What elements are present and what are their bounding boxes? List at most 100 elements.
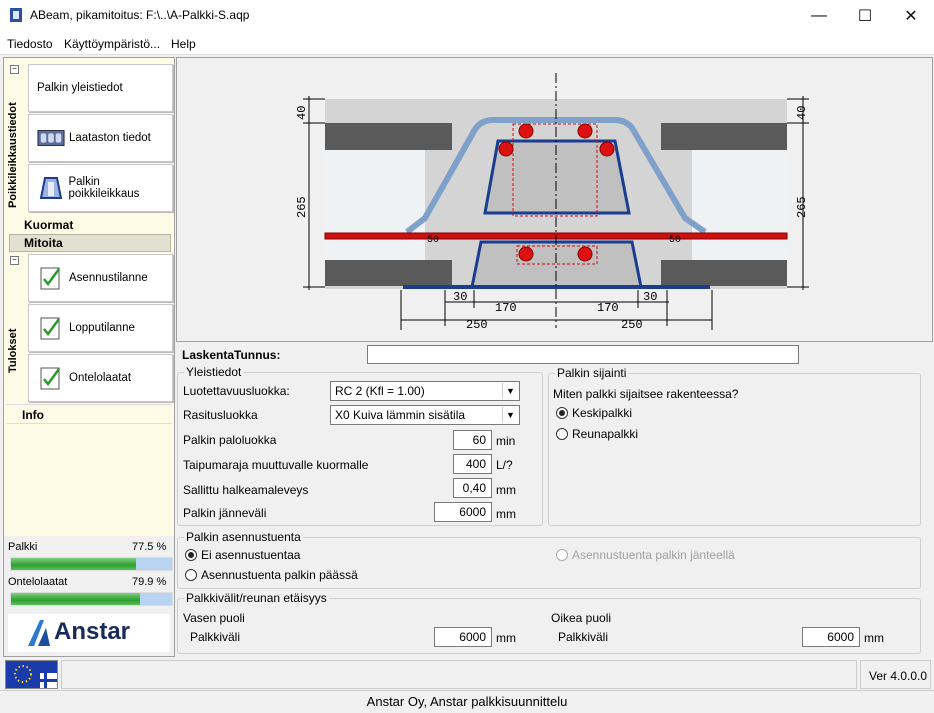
- nav-kuormat[interactable]: Kuormat: [24, 218, 73, 232]
- slab-icon: [37, 124, 65, 152]
- check-document-icon: [37, 314, 65, 342]
- anstar-logo-icon: [28, 620, 50, 646]
- usage-ontelolaatat-value: 79.9 %: [132, 576, 167, 588]
- collapse-tulokset-button[interactable]: −: [10, 256, 19, 265]
- nav-laataston-tiedot[interactable]: Laataston tiedot: [28, 114, 173, 162]
- group-title: Palkkivälit/reunan etäisyys: [184, 591, 329, 605]
- dim-170-right: 170: [597, 301, 619, 315]
- chevron-down-icon[interactable]: ▼: [502, 407, 518, 423]
- keskipalkki-label[interactable]: Keskipalkki: [572, 406, 632, 420]
- nav-palkin-yleistiedot[interactable]: Palkin yleistiedot: [28, 64, 173, 112]
- halkeama-unit: mm: [496, 483, 516, 497]
- version-panel: Ver 4.0.0.0: [860, 660, 931, 689]
- usage-panel: Palkki 77.5 % Ontelolaatat 79.9 % Anstar: [4, 536, 174, 656]
- sijainti-question: Miten palkki sijaitsee rakenteessa?: [553, 387, 739, 401]
- usage-ontelolaatat-bar: [10, 592, 173, 606]
- nav-label: Palkin poikkileikkaus: [68, 176, 140, 200]
- laskenta-tunnus-input[interactable]: [367, 345, 799, 364]
- nav-palkin-poikkileikkaus[interactable]: Palkin poikkileikkaus: [28, 164, 173, 212]
- anstar-logo-text: Anstar: [54, 618, 131, 645]
- group-title: Palkin sijainti: [555, 366, 629, 380]
- jannevali-label: Palkin jänneväli: [183, 506, 267, 520]
- vasen-puoli-label: Vasen puoli: [183, 611, 245, 625]
- group-title: Palkin asennustuenta: [184, 530, 303, 544]
- status-panel: [61, 660, 857, 689]
- dim-250-left: 250: [466, 318, 488, 332]
- nav-mitoita[interactable]: Mitoita: [9, 234, 171, 252]
- menu-help[interactable]: Help: [171, 37, 196, 51]
- reunapalkki-label[interactable]: Reunapalkki: [572, 427, 638, 441]
- nav-label: Palkin yleistiedot: [37, 82, 123, 94]
- palo-input[interactable]: 60: [453, 430, 492, 450]
- nav-label: Ontelolaatat: [69, 372, 132, 384]
- nav-info[interactable]: Info: [6, 404, 172, 424]
- palo-label: Palkin paloluokka: [183, 433, 277, 447]
- combo-value: RC 2 (Kfl = 1.00): [335, 384, 425, 398]
- usage-palkki-label: Palkki: [8, 541, 38, 553]
- asennustuenta-janteella-label[interactable]: Asennustuenta palkin jänteellä: [572, 548, 735, 562]
- status-bar: Ver 4.0.0.0: [0, 658, 934, 690]
- version-text: Ver 4.0.0.0: [869, 669, 928, 683]
- menu-tiedosto[interactable]: Tiedosto: [7, 37, 53, 51]
- nav-label: Asennustilanne: [69, 272, 148, 284]
- nav-label: Laataston tiedot: [69, 132, 151, 144]
- group-title: Yleistiedot: [184, 365, 244, 379]
- group-tulokset: Tulokset: [7, 328, 19, 373]
- dim-top-right: 40: [795, 106, 809, 120]
- vasen-palkkivali-label: Palkkiväli: [190, 630, 241, 644]
- cross-section-drawing: 40 265 40 265 50 50 30 170 170 30 250 25…: [176, 57, 933, 342]
- window-title: ABeam, pikamitoitus: F:\..\A-Palkki-S.aq…: [30, 8, 250, 22]
- rasitus-select[interactable]: X0 Kuiva lämmin sisätila ▼: [330, 405, 520, 425]
- app-icon: [10, 8, 22, 22]
- collapse-poikkileikkaus-button[interactable]: −: [10, 65, 19, 74]
- menu-kayttoymparisto[interactable]: Käyttöympäristö...: [64, 37, 160, 51]
- usage-ontelolaatat-label: Ontelolaatat: [8, 576, 68, 588]
- dim-height-right: 265: [795, 196, 809, 218]
- dim-170-left: 170: [495, 301, 517, 315]
- maximize-button[interactable]: ☐: [842, 0, 888, 31]
- nav-label: Lopputilanne: [69, 322, 135, 334]
- vasen-palkkivali-unit: mm: [496, 631, 516, 645]
- anstar-logo: Anstar: [8, 614, 170, 652]
- taipuma-label: Taipumaraja muuttuvalle kuormalle: [183, 458, 369, 472]
- usage-palkki-value: 77.5 %: [132, 541, 167, 553]
- taipuma-input[interactable]: 400: [453, 454, 492, 474]
- dim-s50-right: 50: [669, 235, 681, 246]
- reunapalkki-radio[interactable]: [556, 428, 568, 440]
- oikea-puoli-label: Oikea puoli: [551, 611, 612, 625]
- rasitus-label: Rasitusluokka: [183, 408, 258, 422]
- minimize-button[interactable]: —: [796, 0, 842, 31]
- title-bar: ABeam, pikamitoitus: F:\..\A-Palkki-S.aq…: [0, 0, 934, 31]
- mitoita-label: Mitoita: [24, 236, 63, 250]
- luotettavuus-select[interactable]: RC 2 (Kfl = 1.00) ▼: [330, 381, 520, 401]
- nav-lopputilanne[interactable]: Lopputilanne: [28, 304, 173, 352]
- ei-asennustuentaa-radio[interactable]: [185, 549, 197, 561]
- jannevali-unit: mm: [496, 507, 516, 521]
- jannevali-input[interactable]: 6000: [434, 502, 492, 522]
- check-document-icon: [37, 364, 65, 392]
- asennustuenta-paassa-label[interactable]: Asennustuenta palkin päässä: [201, 568, 358, 582]
- nav-ontelolaatat[interactable]: Ontelolaatat: [28, 354, 173, 402]
- combo-value: X0 Kuiva lämmin sisätila: [335, 408, 466, 422]
- footer-text: Anstar Oy, Anstar palkkisuunnittelu: [366, 694, 568, 709]
- keskipalkki-radio[interactable]: [556, 407, 568, 419]
- chevron-down-icon[interactable]: ▼: [502, 383, 518, 399]
- halkeama-input[interactable]: 0,40: [453, 478, 492, 498]
- close-button[interactable]: ✕: [888, 0, 934, 31]
- dim-250-right: 250: [621, 318, 643, 332]
- oikea-palkkivali-label: Palkkiväli: [558, 630, 609, 644]
- taipuma-unit: L/?: [496, 458, 513, 472]
- usage-palkki-bar: [10, 557, 173, 571]
- asennustuenta-janteella-radio[interactable]: [556, 549, 568, 561]
- info-label: Info: [22, 408, 44, 422]
- nav-asennustilanne[interactable]: Asennustilanne: [28, 254, 173, 302]
- group-poikkileikkaustiedot: Poikkileikkaustiedot: [7, 102, 19, 208]
- check-document-icon: [37, 264, 65, 292]
- asennustuenta-paassa-radio[interactable]: [185, 569, 197, 581]
- dim-30-left: 30: [453, 290, 467, 304]
- oikea-palkkivali-unit: mm: [864, 631, 884, 645]
- oikea-palkkivali-input[interactable]: 6000: [802, 627, 860, 647]
- ei-asennustuentaa-label[interactable]: Ei asennustuentaa: [201, 548, 300, 562]
- menu-bar: Tiedosto Käyttöympäristö... Help: [0, 31, 934, 55]
- vasen-palkkivali-input[interactable]: 6000: [434, 627, 492, 647]
